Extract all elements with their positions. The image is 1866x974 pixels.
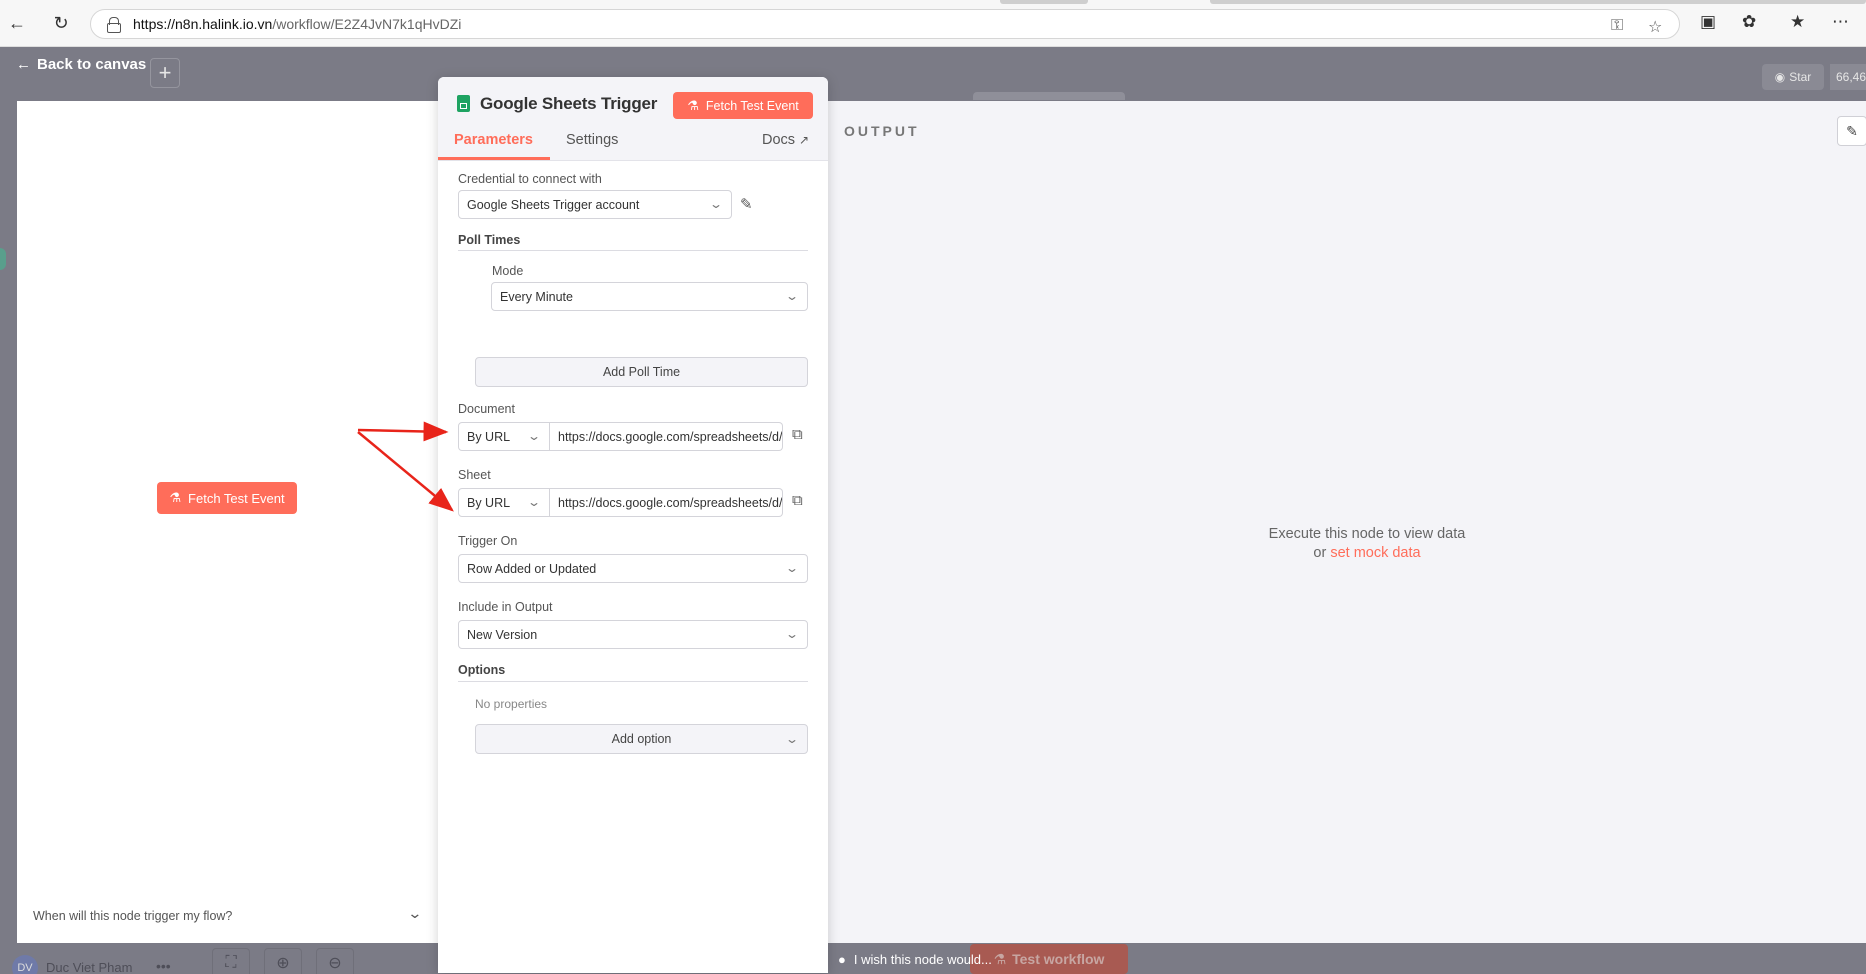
pencil-icon: ✎: [1846, 122, 1858, 139]
address-bar[interactable]: https://n8n.halink.io.vn/workflow/E2Z4Jv…: [90, 9, 1680, 39]
trigger-on-label: Trigger On: [458, 534, 518, 548]
user-name: Duc Viet Pham: [46, 960, 133, 974]
set-mock-data-link[interactable]: set mock data: [1330, 545, 1420, 561]
active-tab-indicator: [438, 157, 550, 160]
add-option-button[interactable]: Add option ⌄: [475, 724, 808, 754]
trigger-on-select[interactable]: Row Added or Updated ⌄: [458, 554, 808, 583]
when-trigger-label[interactable]: When will this node trigger my flow?: [33, 909, 232, 923]
mode-select[interactable]: Every Minute ⌄: [491, 282, 808, 311]
tab-parameters[interactable]: Parameters: [454, 132, 533, 148]
include-output-value: New Version: [467, 627, 538, 642]
add-node-button[interactable]: +: [150, 58, 180, 88]
url-path: /workflow/E2Z4JvN7k1qHvDZi: [272, 16, 462, 32]
sheet-mode-value: By URL: [467, 495, 511, 510]
favorites-list-icon[interactable]: ★: [1790, 12, 1805, 32]
fetch-test-event-label: Fetch Test Event: [705, 98, 799, 113]
poll-times-title: Poll Times: [458, 233, 521, 247]
arrow-left-icon: ←: [16, 56, 31, 73]
document-url-input[interactable]: https://docs.google.com/spreadsheets/d/: [550, 422, 783, 451]
options-title: Options: [458, 663, 506, 677]
fit-view-icon[interactable]: ⛶: [212, 948, 250, 974]
document-mode-value: By URL: [467, 429, 511, 444]
fetch-test-event-button[interactable]: ⚗ Fetch Test Event: [673, 92, 813, 119]
canvas-node-hint: [0, 248, 6, 270]
extensions-icon[interactable]: ✿: [1742, 12, 1756, 32]
docs-link[interactable]: Docs ↗: [762, 132, 809, 148]
favorite-star-icon[interactable]: ☆: [1648, 17, 1662, 37]
reload-icon[interactable]: ↻: [48, 10, 74, 36]
flask-icon: ⚗: [687, 97, 699, 113]
zoom-out-icon[interactable]: ⊖: [316, 948, 354, 974]
chevron-down-icon: ⌄: [784, 289, 800, 303]
credential-label: Credential to connect with: [458, 172, 602, 186]
key-icon[interactable]: ⚿: [1611, 17, 1623, 35]
feedback-bar[interactable]: ● I wish this node would...: [838, 944, 1028, 974]
browser-toolbar: ← ↻ https://n8n.halink.io.vn/workflow/E2…: [0, 0, 1866, 47]
chevron-down-icon: ⌄: [784, 561, 800, 575]
github-star-button[interactable]: ◉ Star: [1762, 64, 1824, 90]
back-to-canvas-link[interactable]: ← Back to canvas: [16, 56, 146, 73]
picture-in-picture-icon[interactable]: ▣: [1700, 12, 1716, 32]
sheet-url-input[interactable]: https://docs.google.com/spreadsheets/d/: [550, 488, 783, 517]
credential-value: Google Sheets Trigger account: [467, 197, 640, 212]
execute-node-text: Execute this node to view data: [1268, 526, 1466, 542]
lock-icon[interactable]: [107, 17, 121, 33]
mode-value: Every Minute: [500, 289, 573, 304]
parameters-panel: Google Sheets Trigger ⚗ Fetch Test Event…: [438, 77, 828, 973]
mode-label: Mode: [492, 264, 524, 278]
zoom-in-icon[interactable]: ⊕: [264, 948, 302, 974]
open-external-icon[interactable]: ⧉: [792, 426, 803, 443]
fetch-test-event-label: Fetch Test Event: [188, 490, 285, 506]
star-count: 66,467: [1830, 64, 1866, 90]
section-divider: [458, 681, 808, 682]
github-icon: ◉: [1774, 70, 1786, 84]
more-menu-icon[interactable]: ⋯: [1832, 12, 1849, 32]
google-sheets-icon: [457, 95, 470, 112]
node-header: Google Sheets Trigger ⚗ Fetch Test Event…: [438, 77, 828, 161]
document-mode-select[interactable]: By URL ⌄: [458, 422, 550, 451]
tab-hint: [1000, 0, 1088, 4]
output-title: OUTPUT: [844, 123, 920, 139]
edit-credential-icon[interactable]: ✎: [740, 195, 753, 213]
trigger-on-value: Row Added or Updated: [467, 561, 597, 576]
back-to-canvas-label: Back to canvas: [37, 56, 147, 73]
chevron-down-icon: ⌄: [526, 429, 542, 443]
chevron-down-icon: ⌄: [526, 495, 542, 509]
wish-label: I wish this node would...: [853, 951, 992, 967]
lightbulb-icon: ●: [838, 951, 846, 967]
chevron-down-icon: ⌄: [784, 732, 800, 746]
include-output-label: Include in Output: [458, 600, 553, 614]
sheet-label: Sheet: [458, 468, 491, 482]
credential-select[interactable]: Google Sheets Trigger account ⌄: [458, 190, 732, 219]
sheet-mode-select[interactable]: By URL ⌄: [458, 488, 550, 517]
no-properties-text: No properties: [475, 697, 548, 711]
avatar[interactable]: DV: [12, 955, 38, 974]
node-details-view: ⚗ Fetch Test Event When will this node t…: [17, 101, 1866, 943]
input-panel: ⚗ Fetch Test Event When will this node t…: [17, 101, 439, 943]
tab-settings[interactable]: Settings: [566, 132, 618, 148]
document-label: Document: [458, 402, 515, 416]
tab-hint: [1210, 0, 1866, 4]
fetch-test-event-button[interactable]: ⚗ Fetch Test Event: [157, 482, 297, 514]
output-empty-message: Execute this node to view data or set mo…: [1217, 525, 1517, 563]
node-title[interactable]: Google Sheets Trigger: [480, 94, 657, 114]
back-arrow-icon[interactable]: ←: [4, 10, 30, 36]
add-poll-time-button[interactable]: Add Poll Time: [475, 357, 808, 387]
canvas-tab-ghost: [973, 92, 1125, 100]
user-menu-icon[interactable]: •••: [156, 958, 171, 974]
add-option-label: Add option: [611, 732, 672, 746]
or-text: or: [1313, 545, 1327, 561]
external-link-icon: ↗: [799, 133, 810, 147]
flask-icon: ⚗: [169, 490, 182, 505]
docs-label: Docs: [762, 132, 796, 148]
include-output-select[interactable]: New Version ⌄: [458, 620, 808, 649]
section-divider: [458, 250, 808, 251]
open-external-icon[interactable]: ⧉: [792, 492, 803, 509]
url-host: https://n8n.halink.io.vn: [133, 16, 273, 32]
edit-output-button[interactable]: ✎: [1837, 116, 1866, 146]
chevron-down-icon[interactable]: ⌄: [407, 905, 422, 922]
star-label: Star: [1789, 70, 1812, 84]
chevron-down-icon: ⌄: [708, 197, 724, 211]
chevron-down-icon: ⌄: [784, 627, 800, 641]
